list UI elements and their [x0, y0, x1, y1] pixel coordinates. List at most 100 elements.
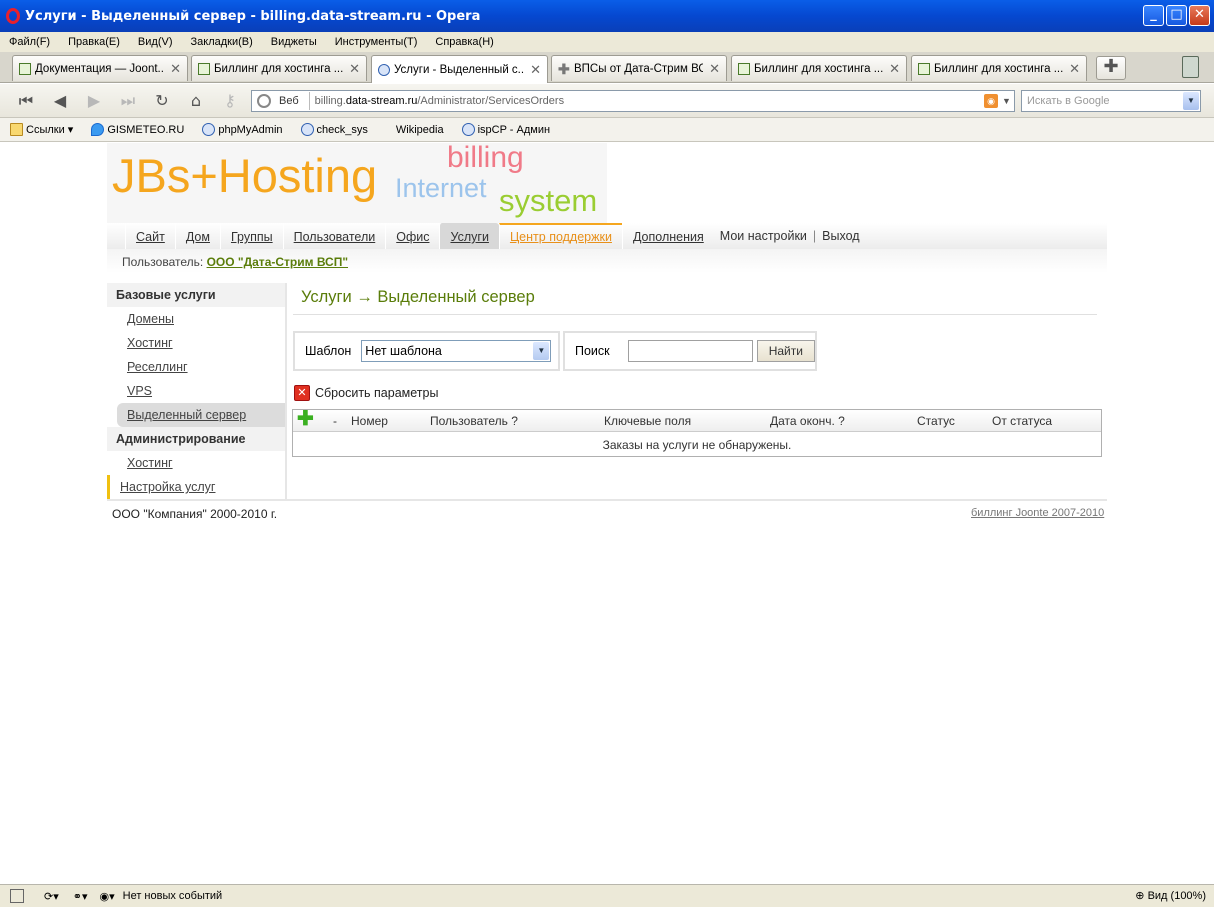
menu-widgets[interactable]: Виджеты	[262, 36, 326, 48]
tab-billing-1[interactable]: Биллинг для хостинга ... ✕	[191, 55, 367, 81]
tab-label: Биллинг для хостинга ...	[754, 62, 884, 75]
column-dash[interactable]: -	[333, 414, 337, 428]
trash-icon[interactable]	[1182, 56, 1199, 78]
nav-users[interactable]: Пользователи	[282, 223, 386, 249]
tab-close-icon[interactable]: ✕	[709, 61, 720, 77]
tab-close-icon[interactable]: ✕	[530, 62, 541, 78]
panel-toggle-icon[interactable]	[10, 889, 24, 903]
page-icon	[198, 62, 210, 75]
url-path: /Administrator/ServicesOrders	[417, 95, 565, 107]
sidebar-item-vps[interactable]: VPS	[107, 379, 285, 403]
column-status[interactable]: Статус	[917, 414, 955, 428]
rss-icon[interactable]: ◉	[984, 94, 998, 108]
close-window-button[interactable]: ✕	[1189, 5, 1210, 26]
page-icon	[918, 62, 930, 75]
bookmark-label: ispCP - Админ	[477, 123, 551, 136]
address-bar[interactable]: Веб billing.data-stream.ru/Administrator…	[251, 90, 1015, 112]
tab-close-icon[interactable]: ✕	[349, 61, 360, 77]
nav-my-settings[interactable]: Мои настройки	[714, 229, 813, 243]
zoom-indicator[interactable]: ⊕ Вид (100%)	[1135, 889, 1206, 902]
nav-office[interactable]: Офис	[385, 223, 439, 249]
bookmark-check-sys[interactable]: check_sys	[300, 123, 368, 136]
address-url[interactable]: billing.data-stream.ru/Administrator/Ser…	[315, 95, 984, 107]
bookmark-links-folder[interactable]: Ссылки ▾	[10, 123, 73, 136]
bookmark-label: check_sys	[316, 123, 368, 136]
page-content: JBs+Hosting billing Internet system Сайт…	[0, 141, 1214, 884]
forward-icon[interactable]: ▶	[84, 92, 104, 110]
title-divider	[293, 314, 1097, 315]
key-icon[interactable]: ⚷	[220, 92, 240, 110]
chevron-down-icon[interactable]: ▼	[1002, 96, 1014, 106]
navigation-bar: ⏮ ◀ ▶ ⏭ ↻ ⌂ ⚷ Веб billing.data-stream.ru…	[0, 84, 1214, 118]
sync-icon[interactable]: ⟳▾	[44, 890, 59, 903]
menu-file[interactable]: Файл(F)	[0, 36, 59, 48]
column-number[interactable]: Номер	[351, 414, 388, 428]
site-logo[interactable]: JBs+Hosting billing Internet system	[107, 141, 607, 223]
zoom-label: Вид (100%)	[1147, 890, 1206, 902]
column-key-fields[interactable]: Ключевые поля	[604, 414, 691, 428]
sidebar-group-basic: Базовые услуги	[107, 283, 285, 307]
column-from-status[interactable]: От статуса	[992, 414, 1052, 428]
logo-system: system	[499, 183, 598, 218]
sidebar-item-reseller[interactable]: Реселлинг	[107, 355, 285, 379]
nav-groups[interactable]: Группы	[219, 223, 283, 249]
user-name-link[interactable]: ООО "Дата-Стрим ВСП"	[207, 255, 348, 269]
search-google-input[interactable]: Искать в Google ▼	[1021, 90, 1201, 112]
tab-vps-datastream[interactable]: ✚ ВПСы от Дата-Стрим ВСП ✕	[551, 55, 727, 81]
reset-parameters[interactable]: ✕ Сбросить параметры	[294, 385, 438, 401]
nav-logout[interactable]: Выход	[816, 229, 865, 243]
tab-billing-3[interactable]: Биллинг для хостинга ... ✕	[911, 55, 1087, 81]
footer-copyright: ООО "Компания" 2000-2010 г.	[112, 507, 278, 521]
home-icon[interactable]: ⌂	[186, 92, 206, 110]
unite-icon[interactable]: ⚭▾	[73, 890, 88, 903]
nav-home[interactable]: Дом	[174, 223, 220, 249]
add-order-icon[interactable]: ✚	[297, 409, 314, 429]
reset-icon: ✕	[294, 385, 310, 401]
bookmark-gismeteo[interactable]: GISMETEO.RU	[91, 123, 184, 136]
nav-addons[interactable]: Дополнения	[621, 223, 714, 249]
chevron-down-icon[interactable]: ▼	[533, 342, 550, 360]
reload-icon[interactable]: ↻	[152, 92, 172, 110]
back-icon[interactable]: ◀	[50, 92, 70, 110]
template-select[interactable]: Нет шаблона ▼	[361, 340, 552, 362]
column-user[interactable]: Пользователь ?	[430, 414, 518, 428]
tab-close-icon[interactable]: ✕	[1069, 61, 1080, 77]
nav-site[interactable]: Сайт	[125, 223, 175, 249]
tab-close-icon[interactable]: ✕	[889, 61, 900, 77]
tab-close-icon[interactable]: ✕	[170, 61, 181, 77]
search-filter: Поиск Найти	[563, 331, 817, 371]
menu-bar: Файл(F) Правка(E) Вид(V) Закладки(B) Вид…	[0, 32, 1214, 52]
notifications-icon[interactable]: ◉▾	[100, 890, 115, 903]
fast-forward-icon[interactable]: ⏭	[118, 92, 138, 110]
nav-services[interactable]: Услуги	[439, 223, 499, 249]
sidebar-item-admin-hosting[interactable]: Хостинг	[107, 451, 285, 475]
tab-documentation[interactable]: Документация — Joont... ✕	[12, 55, 188, 81]
sidebar-item-domains[interactable]: Домены	[107, 307, 285, 331]
search-input[interactable]	[627, 340, 753, 362]
nav-support-center[interactable]: Центр поддержки	[498, 223, 622, 249]
menu-edit[interactable]: Правка(E)	[59, 36, 129, 48]
bookmark-ispcp[interactable]: ispCP - Админ	[461, 123, 551, 136]
menu-bookmarks[interactable]: Закладки(B)	[182, 36, 262, 48]
footer-credits-link[interactable]: биллинг Joonte 2007-2010	[971, 507, 1104, 519]
maximize-button[interactable]: □	[1166, 5, 1187, 26]
menu-tools[interactable]: Инструменты(T)	[326, 36, 427, 48]
column-end-date[interactable]: Дата оконч. ?	[770, 414, 845, 428]
new-tab-button[interactable]: ✚	[1096, 56, 1126, 80]
bookmark-phpmyadmin[interactable]: phpMyAdmin	[202, 123, 283, 136]
tab-services-dedicated[interactable]: Услуги - Выделенный с... ✕	[371, 55, 548, 83]
menu-view[interactable]: Вид(V)	[129, 36, 182, 48]
chevron-down-icon[interactable]: ▼	[1183, 92, 1199, 110]
rewind-icon[interactable]: ⏮	[16, 92, 36, 110]
find-button[interactable]: Найти	[756, 340, 815, 362]
drop-icon	[91, 123, 105, 136]
sidebar-item-hosting[interactable]: Хостинг	[107, 331, 285, 355]
tab-billing-2[interactable]: Биллинг для хостинга ... ✕	[731, 55, 907, 81]
minimize-button[interactable]: _	[1143, 5, 1164, 26]
table-header: ✚ - Номер Пользователь ? Ключевые поля Д…	[293, 409, 1101, 432]
sidebar-item-service-settings[interactable]: Настройка услуг	[107, 475, 285, 499]
logo-internet: Internet	[395, 173, 487, 203]
menu-help[interactable]: Справка(H)	[426, 36, 502, 48]
bookmark-wikipedia[interactable]: Wikipedia	[396, 124, 444, 136]
sidebar-item-dedicated[interactable]: Выделенный сервер	[117, 403, 285, 427]
